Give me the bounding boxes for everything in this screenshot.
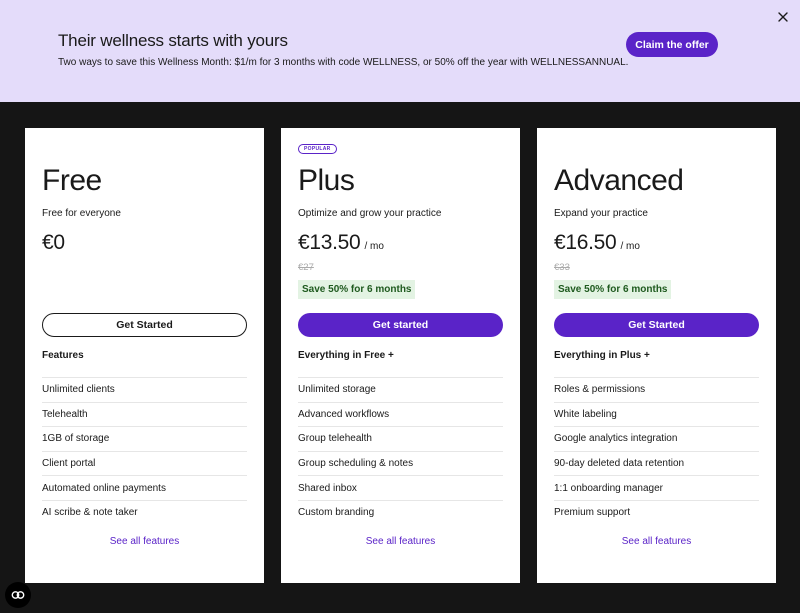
plan-card-advanced: Advanced Expand your practice €16.50 / m… bbox=[537, 128, 776, 583]
original-price: €33 bbox=[554, 262, 570, 273]
help-chat-button[interactable] bbox=[5, 582, 31, 608]
promo-banner: Their wellness starts with yours Two way… bbox=[0, 0, 800, 102]
plan-price: €0 bbox=[42, 231, 65, 254]
get-started-button[interactable]: Get Started bbox=[554, 313, 759, 337]
help-chat-icon bbox=[11, 591, 25, 599]
feature-item: 90-day deleted data retention bbox=[554, 450, 759, 476]
banner-subtitle: Two ways to save this Wellness Month: $1… bbox=[58, 57, 629, 68]
original-price: €27 bbox=[298, 262, 314, 273]
see-all-features-link[interactable]: See all features bbox=[42, 536, 247, 547]
features-title: Everything in Plus + bbox=[554, 350, 650, 361]
feature-item: Unlimited clients bbox=[42, 377, 247, 402]
feature-item: Group telehealth bbox=[298, 426, 503, 451]
see-all-features-link[interactable]: See all features bbox=[298, 536, 503, 547]
feature-item: Automated online payments bbox=[42, 475, 247, 500]
feature-list: Unlimited storage Advanced workflows Gro… bbox=[298, 377, 503, 525]
price-row: €16.50 / mo bbox=[554, 231, 640, 255]
claim-offer-button[interactable]: Claim the offer bbox=[626, 32, 718, 57]
features-title: Everything in Free + bbox=[298, 350, 394, 361]
save-badge: Save 50% for 6 months bbox=[554, 280, 672, 299]
feature-item: 1:1 onboarding manager bbox=[554, 475, 759, 500]
feature-item: Client portal bbox=[42, 450, 247, 476]
plan-name: Advanced bbox=[554, 164, 684, 197]
close-icon[interactable] bbox=[776, 10, 790, 24]
plan-description: Expand your practice bbox=[554, 208, 648, 219]
feature-item: 1GB of storage bbox=[42, 426, 247, 451]
feature-item: Custom branding bbox=[298, 499, 503, 525]
feature-item: Group scheduling & notes bbox=[298, 450, 503, 476]
price-period: / mo bbox=[364, 241, 384, 252]
feature-item: Shared inbox bbox=[298, 475, 503, 500]
plan-name: Plus bbox=[298, 164, 355, 197]
price-row: €13.50 / mo bbox=[298, 231, 384, 255]
feature-item: White labeling bbox=[554, 401, 759, 427]
feature-item: AI scribe & note taker bbox=[42, 499, 247, 525]
plan-description: Optimize and grow your practice bbox=[298, 208, 442, 219]
feature-item: Premium support bbox=[554, 499, 759, 525]
popular-badge: POPULAR bbox=[298, 144, 337, 154]
plan-description: Free for everyone bbox=[42, 208, 121, 219]
features-title: Features bbox=[42, 350, 84, 361]
price-period: / mo bbox=[620, 241, 640, 252]
close-icon-glyph bbox=[778, 12, 788, 22]
feature-item: Unlimited storage bbox=[298, 377, 503, 402]
feature-list: Unlimited clients Telehealth 1GB of stor… bbox=[42, 377, 247, 525]
plan-card-free: Free Free for everyone €0 Get Started Fe… bbox=[25, 128, 264, 583]
banner-title: Their wellness starts with yours bbox=[58, 31, 288, 50]
price-row: €0 bbox=[42, 231, 65, 255]
plan-price: €13.50 bbox=[298, 231, 361, 254]
feature-item: Google analytics integration bbox=[554, 426, 759, 451]
feature-item: Roles & permissions bbox=[554, 377, 759, 402]
plan-card-plus: POPULAR Plus Optimize and grow your prac… bbox=[281, 128, 520, 583]
feature-list: Roles & permissions White labeling Googl… bbox=[554, 377, 759, 525]
see-all-features-link[interactable]: See all features bbox=[554, 536, 759, 547]
feature-item: Advanced workflows bbox=[298, 401, 503, 427]
get-started-button[interactable]: Get Started bbox=[42, 313, 247, 337]
plan-price: €16.50 bbox=[554, 231, 617, 254]
feature-item: Telehealth bbox=[42, 401, 247, 427]
get-started-button[interactable]: Get started bbox=[298, 313, 503, 337]
save-badge: Save 50% for 6 months bbox=[298, 280, 416, 299]
plan-name: Free bbox=[42, 164, 102, 197]
